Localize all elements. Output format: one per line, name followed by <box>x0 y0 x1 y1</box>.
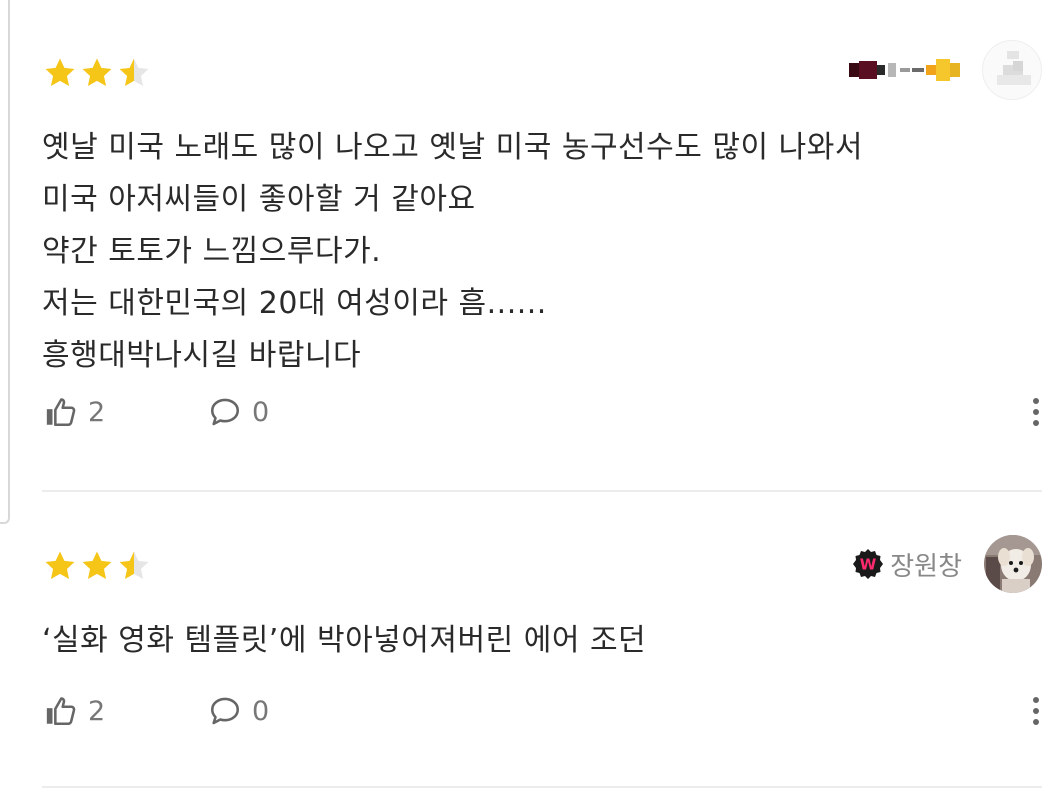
review-line: 저는 대한민국의 20대 여성이라 흠...... <box>42 286 547 321</box>
pixelated-username <box>849 55 960 85</box>
avatar[interactable] <box>984 535 1042 593</box>
more-options-button[interactable] <box>1030 693 1042 729</box>
review-line: 약간 토토가 느낌으루다가. <box>42 234 382 269</box>
comment-button[interactable]: 0 <box>208 691 269 731</box>
review-author[interactable] <box>849 40 1042 100</box>
more-options-button[interactable] <box>1030 394 1042 430</box>
review-line: 흥행대박나시길 바랍니다 <box>42 338 362 373</box>
star-rating <box>42 549 152 583</box>
review-actions: 2 0 <box>42 691 1042 731</box>
star-full-icon <box>45 58 75 87</box>
review-line: 미국 아저씨들이 좋아할 거 같아요 <box>42 182 476 217</box>
star-half-icon <box>119 58 149 87</box>
like-count: 2 <box>88 396 106 428</box>
badge-icon: W <box>853 549 884 579</box>
speech-bubble-icon <box>210 398 240 426</box>
star-full-icon <box>82 58 112 87</box>
left-rail <box>0 0 10 524</box>
thumbs-up-icon <box>46 398 76 427</box>
comment-count: 0 <box>252 396 270 428</box>
username[interactable]: 장원창 <box>890 546 962 583</box>
star-full-icon <box>82 551 112 580</box>
svg-text:W: W <box>860 556 877 574</box>
speech-bubble-icon <box>210 697 240 725</box>
thumbs-up-icon <box>46 697 76 726</box>
more-vertical-icon <box>1030 693 1042 725</box>
review-line: 옛날 미국 노래도 많이 나오고 옛날 미국 농구선수도 많이 나와서 <box>42 130 863 165</box>
divider <box>42 490 1042 492</box>
star-rating <box>42 56 152 90</box>
comment-button[interactable]: 0 <box>208 392 269 432</box>
more-vertical-icon <box>1030 394 1042 426</box>
comment-count: 0 <box>252 695 270 727</box>
divider <box>42 786 1042 788</box>
review-author[interactable]: W 장원창 <box>852 535 1042 593</box>
star-half-icon <box>119 551 149 580</box>
like-count: 2 <box>88 695 106 727</box>
review-text: 옛날 미국 노래도 많이 나오고 옛날 미국 농구선수도 많이 나와서 미국 아… <box>42 122 863 382</box>
star-full-icon <box>45 551 75 580</box>
like-button[interactable]: 2 <box>44 691 105 731</box>
blurred-avatar-icon <box>983 41 1041 99</box>
avatar[interactable] <box>982 40 1042 100</box>
review-text: ‘실화 영화 템플릿’에 박아넣어져버린 에어 조던 <box>42 615 646 667</box>
like-button[interactable]: 2 <box>44 392 105 432</box>
review-actions: 2 0 <box>42 392 1042 432</box>
reviews-page: 옛날 미국 노래도 많이 나오고 옛날 미국 농구선수도 많이 나와서 미국 아… <box>0 0 1061 795</box>
review-line: ‘실화 영화 템플릿’에 박아넣어져버린 에어 조던 <box>42 623 647 658</box>
dog-avatar-icon <box>984 535 1042 593</box>
